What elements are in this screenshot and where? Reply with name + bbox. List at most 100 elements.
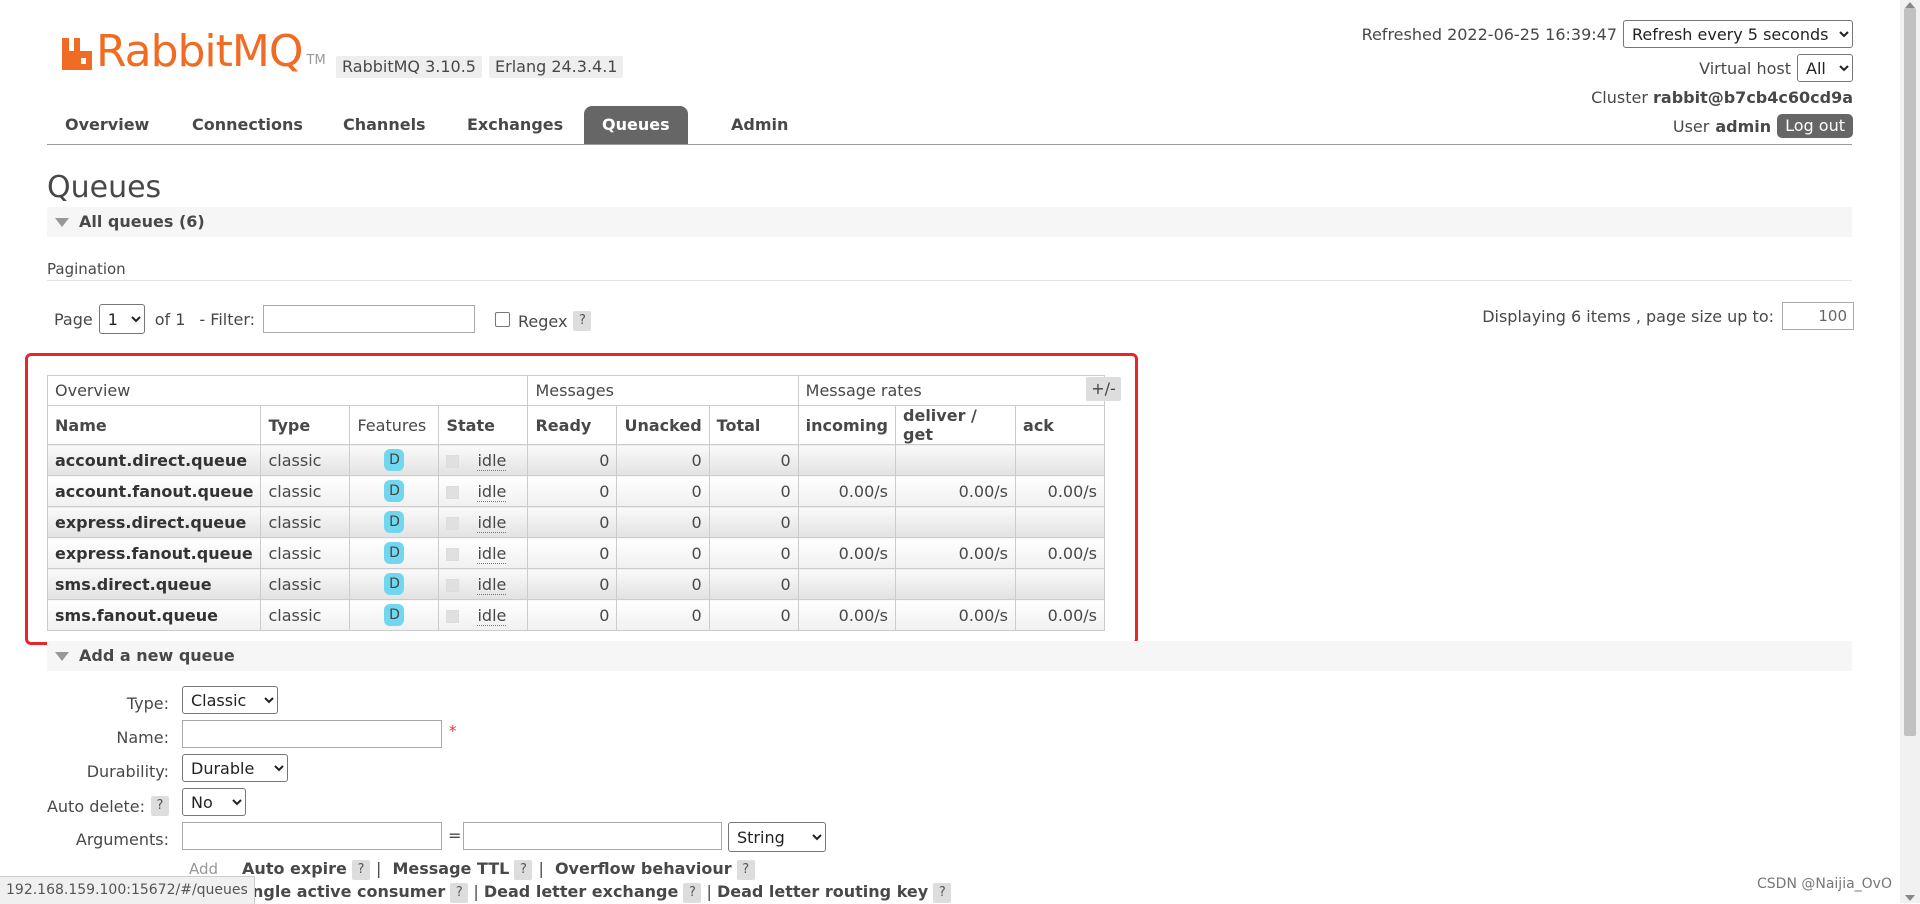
rabbitmq-logo-icon [62, 38, 92, 70]
scroll-down-icon[interactable] [1905, 895, 1915, 901]
filter-input[interactable] [263, 305, 476, 333]
total-count: 0 [708, 599, 799, 631]
col-ready[interactable]: Ready [527, 405, 618, 445]
durable-feature-badge[interactable]: D [384, 449, 405, 471]
durability-label: Durability: [86, 762, 169, 781]
queue-type: classic [260, 537, 351, 569]
queue-name-link[interactable]: sms.fanout.queue [46, 599, 262, 631]
add-queue-section-toggle[interactable]: Add a new queue [47, 641, 1852, 671]
total-count: 0 [708, 568, 799, 600]
col-type[interactable]: Type [260, 405, 351, 445]
watermark: CSDN @Naijia_OvO [1757, 876, 1892, 892]
col-deliver-get[interactable]: deliver / get [895, 405, 1017, 445]
deliver-rate [895, 444, 1017, 476]
durability-select[interactable]: Durable [182, 754, 288, 782]
cluster-name: rabbit@b7cb4c60cd9a [1653, 88, 1853, 107]
table-row: account.fanout.queue classic D idle 0 0 … [46, 475, 1106, 507]
tab-queues[interactable]: Queues [584, 106, 688, 144]
page-size-input[interactable] [1782, 302, 1854, 330]
unacked-count: 0 [616, 475, 710, 507]
virtual-host-select[interactable]: All [1797, 54, 1853, 82]
all-queues-section-toggle[interactable]: All queues (6) [47, 207, 1852, 237]
group-header-message-rates: Message rates [797, 375, 1106, 406]
queue-features: D [349, 444, 440, 476]
refresh-interval-select[interactable]: Refresh every 5 seconds [1623, 20, 1853, 48]
unacked-count: 0 [616, 537, 710, 569]
col-ack[interactable]: ack [1015, 405, 1106, 445]
column-toggle-button[interactable]: +/- [1086, 377, 1121, 401]
queue-name-link[interactable]: account.fanout.queue [46, 475, 262, 507]
pager-controls: Page 1 of 1 - Filter: Regex ? [54, 304, 592, 334]
group-header-overview: Overview [46, 375, 529, 406]
arg-dead-letter-routing-key-link[interactable]: Dead letter routing key [717, 882, 928, 901]
col-state[interactable]: State [438, 405, 529, 445]
name-label: Name: [116, 728, 169, 747]
regex-checkbox[interactable] [495, 311, 511, 327]
durable-feature-badge[interactable]: D [384, 604, 405, 626]
queue-state: idle [438, 475, 529, 507]
argument-key-input[interactable] [182, 822, 442, 850]
arg-dead-letter-exchange-link[interactable]: Dead letter exchange [484, 882, 678, 901]
arg-auto-expire-link[interactable]: Auto expire [242, 859, 347, 878]
col-unacked[interactable]: Unacked [616, 405, 710, 445]
durable-feature-badge[interactable]: D [384, 480, 405, 502]
durable-feature-badge[interactable]: D [384, 573, 405, 595]
table-row: account.direct.queue classic D idle 0 0 … [46, 444, 1106, 476]
regex-help-button[interactable]: ? [573, 311, 592, 331]
argument-value-input[interactable] [463, 822, 722, 850]
arguments-label: Arguments: [75, 830, 169, 849]
tab-connections[interactable]: Connections [174, 106, 321, 144]
total-count: 0 [708, 444, 799, 476]
single-active-consumer-help-button[interactable]: ? [450, 882, 469, 903]
queue-state: idle [438, 599, 529, 631]
separator: | [701, 882, 717, 901]
regex-label: Regex [518, 311, 568, 331]
logo-text: RabbitMQ [96, 26, 303, 77]
ack-rate: 0.00/s [1015, 599, 1106, 631]
durable-feature-badge[interactable]: D [384, 511, 405, 533]
col-total[interactable]: Total [708, 405, 799, 445]
filter-label: - Filter: [199, 309, 256, 329]
ack-rate [1015, 506, 1106, 538]
arg-message-ttl-link[interactable]: Message TTL [392, 859, 509, 878]
deliver-rate: 0.00/s [895, 537, 1017, 569]
queue-name-link[interactable]: account.direct.queue [46, 444, 262, 476]
tab-admin[interactable]: Admin [713, 106, 806, 144]
col-incoming[interactable]: incoming [797, 405, 897, 445]
tab-channels[interactable]: Channels [325, 106, 444, 144]
scrollbar-thumb[interactable] [1904, 8, 1916, 736]
queue-type: classic [260, 444, 351, 476]
arg-overflow-behaviour-link[interactable]: Overflow behaviour [555, 859, 732, 878]
separator: | [375, 859, 382, 878]
ack-rate [1015, 568, 1106, 600]
col-name[interactable]: Name [46, 405, 262, 445]
ready-count: 0 [527, 444, 618, 476]
add-queue-section-title: Add a new queue [79, 646, 235, 665]
auto-delete-help-button[interactable]: ? [151, 796, 169, 816]
auto-expire-help-button[interactable]: ? [351, 859, 370, 880]
tab-overview[interactable]: Overview [47, 106, 167, 144]
argument-type-select[interactable]: String [728, 822, 826, 852]
auto-delete-select[interactable]: No [182, 788, 246, 816]
durable-feature-badge[interactable]: D [384, 542, 405, 564]
state-text: idle [477, 605, 507, 626]
rabbitmq-logo[interactable]: RabbitMQ TM [60, 26, 326, 77]
vertical-scrollbar[interactable] [1900, 0, 1920, 903]
state-text: idle [477, 481, 507, 502]
queue-state: idle [438, 537, 529, 569]
queue-name-link[interactable]: express.fanout.queue [46, 537, 262, 569]
dead-letter-exchange-help-button[interactable]: ? [683, 882, 702, 903]
overflow-behaviour-help-button[interactable]: ? [736, 859, 755, 880]
queue-type: classic [260, 599, 351, 631]
queue-name-link[interactable]: express.direct.queue [46, 506, 262, 538]
queue-type: classic [260, 568, 351, 600]
queue-type-select[interactable]: Classic [182, 686, 278, 714]
queue-name-input[interactable] [182, 720, 442, 748]
dead-letter-routing-key-help-button[interactable]: ? [933, 882, 952, 903]
message-ttl-help-button[interactable]: ? [514, 859, 533, 880]
ready-count: 0 [527, 475, 618, 507]
arg-single-active-consumer-link[interactable]: Single active consumer [235, 882, 445, 901]
queue-name-link[interactable]: sms.direct.queue [46, 568, 262, 600]
tab-exchanges[interactable]: Exchanges [449, 106, 581, 144]
page-select[interactable]: 1 [98, 304, 145, 334]
